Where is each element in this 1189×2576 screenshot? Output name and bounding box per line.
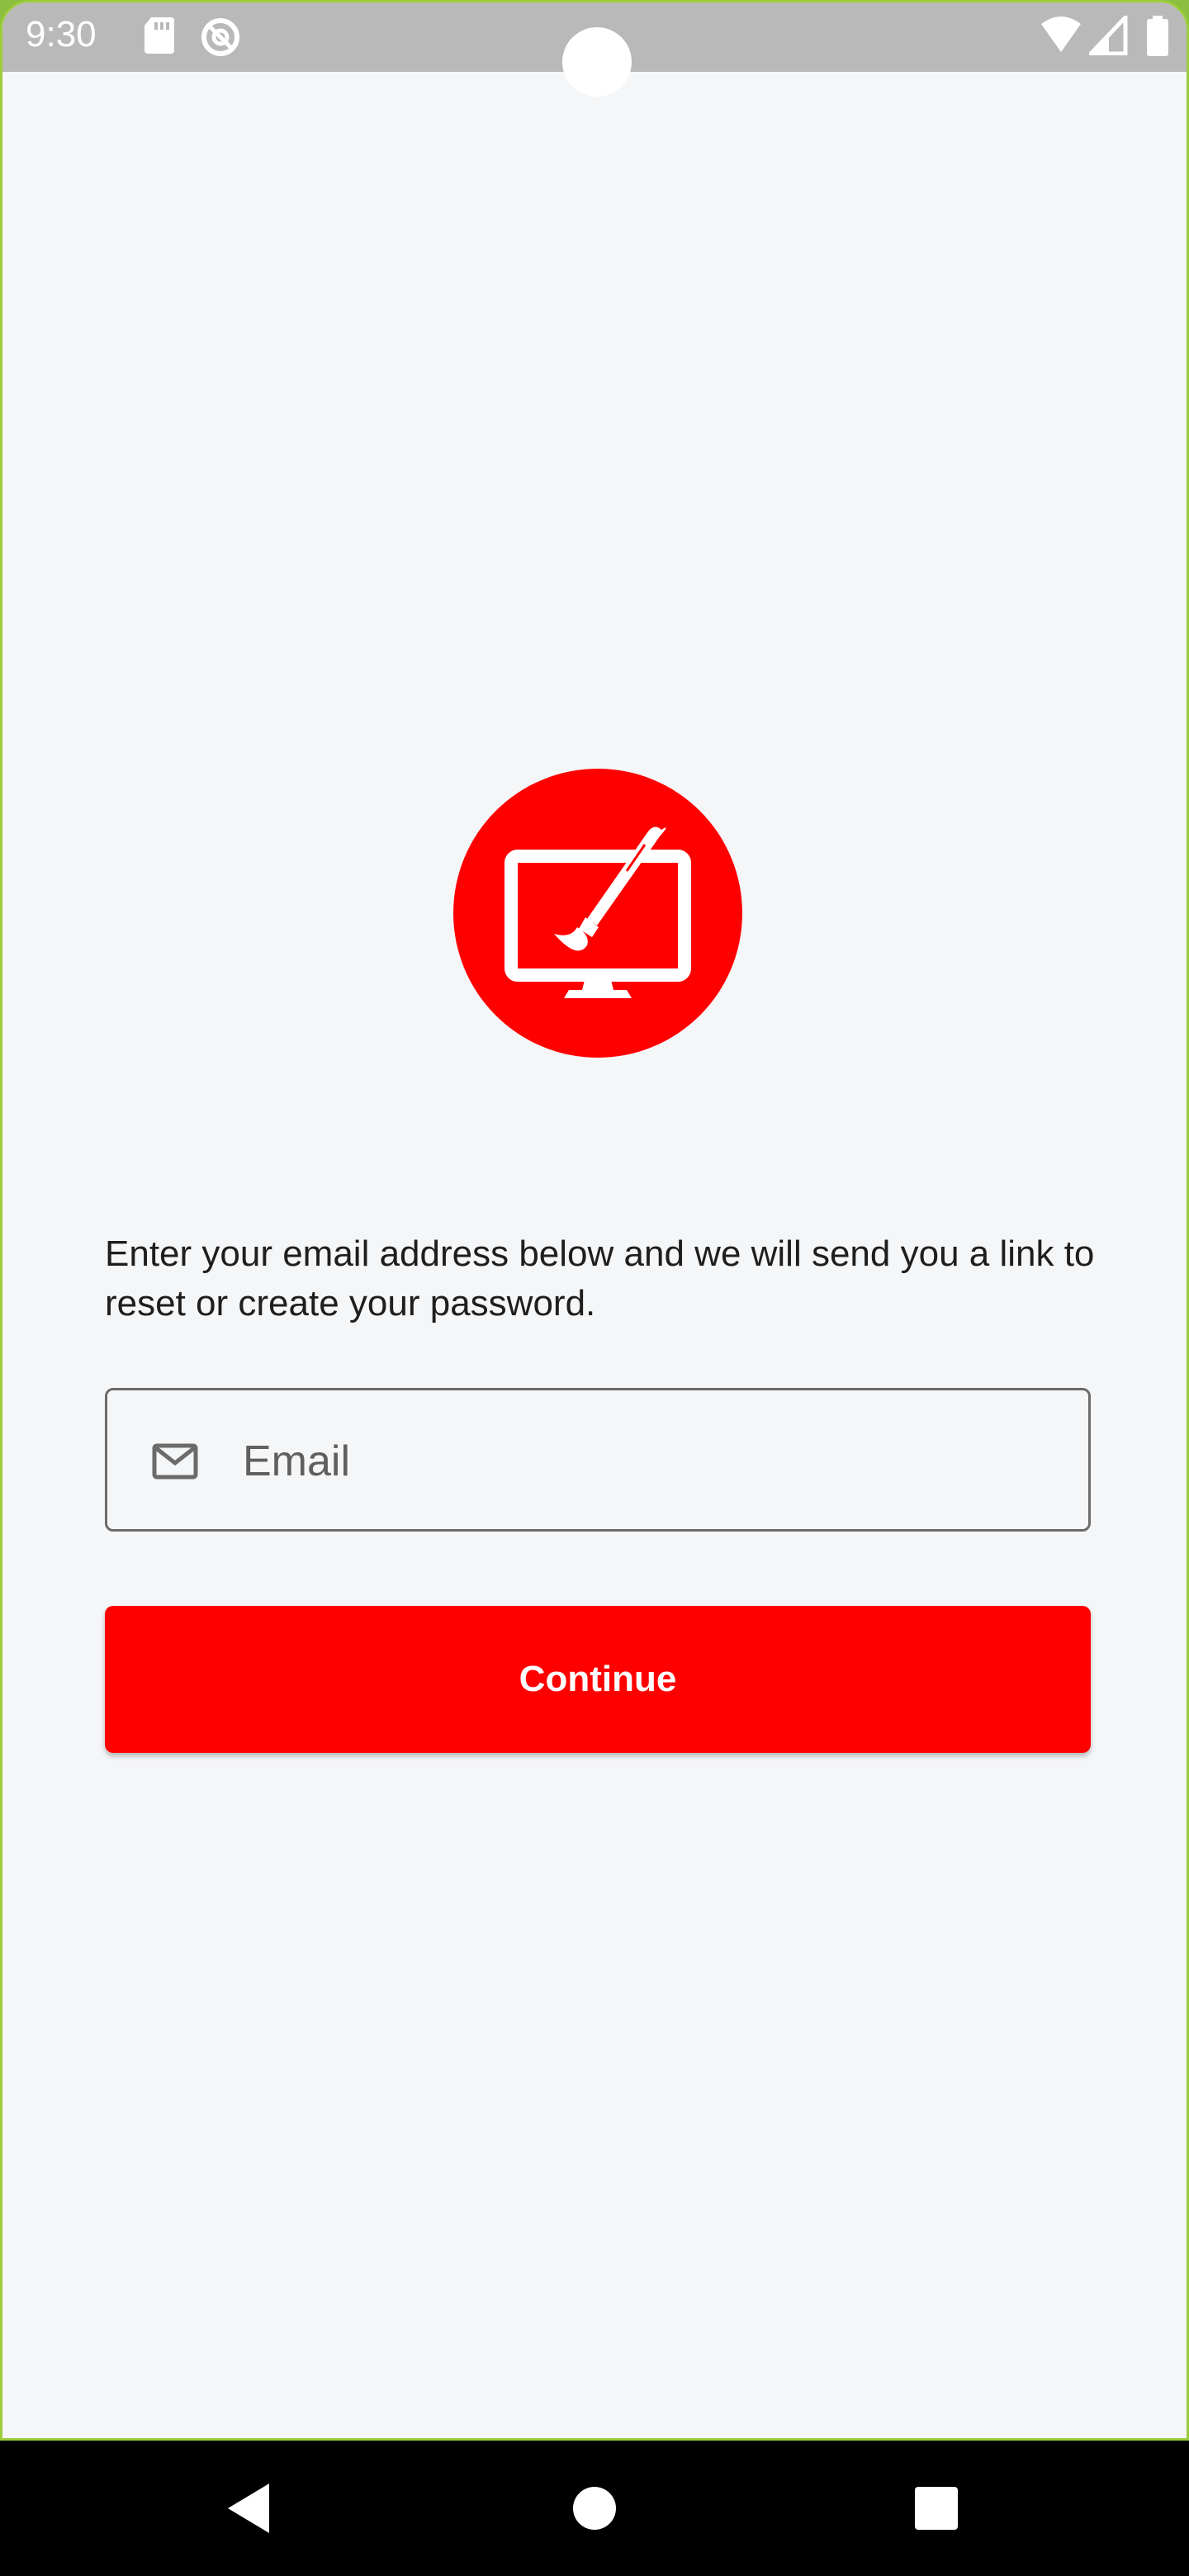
device-screen: 9:30 Enter your email address below and … — [0, 0, 1189, 2576]
sd-card-icon — [143, 16, 176, 59]
camera-cutout — [562, 27, 632, 97]
monitor-paintbrush-icon — [504, 826, 691, 998]
instructions-text: Enter your email address below and we wi… — [105, 1234, 1095, 1324]
mail-icon — [152, 1443, 198, 1484]
back-icon — [228, 2484, 269, 2533]
recents-icon — [915, 2487, 958, 2530]
battery-icon — [1145, 16, 1170, 61]
continue-button[interactable]: Continue — [105, 1606, 1091, 1753]
back-button[interactable] — [183, 2441, 315, 2576]
email-field[interactable] — [105, 1388, 1091, 1532]
home-icon — [573, 2487, 616, 2530]
home-button[interactable] — [528, 2441, 661, 2576]
wifi-icon — [1040, 16, 1082, 59]
do-not-disturb-icon — [199, 16, 242, 63]
app-logo — [453, 769, 742, 1058]
navigation-bar — [0, 2441, 1189, 2576]
signal-icon — [1086, 12, 1129, 59]
email-input[interactable] — [243, 1420, 1052, 1503]
status-time: 9:30 — [26, 14, 97, 54]
app-screen: 9:30 Enter your email address below and … — [0, 0, 1189, 2441]
recents-button[interactable] — [870, 2441, 1002, 2576]
